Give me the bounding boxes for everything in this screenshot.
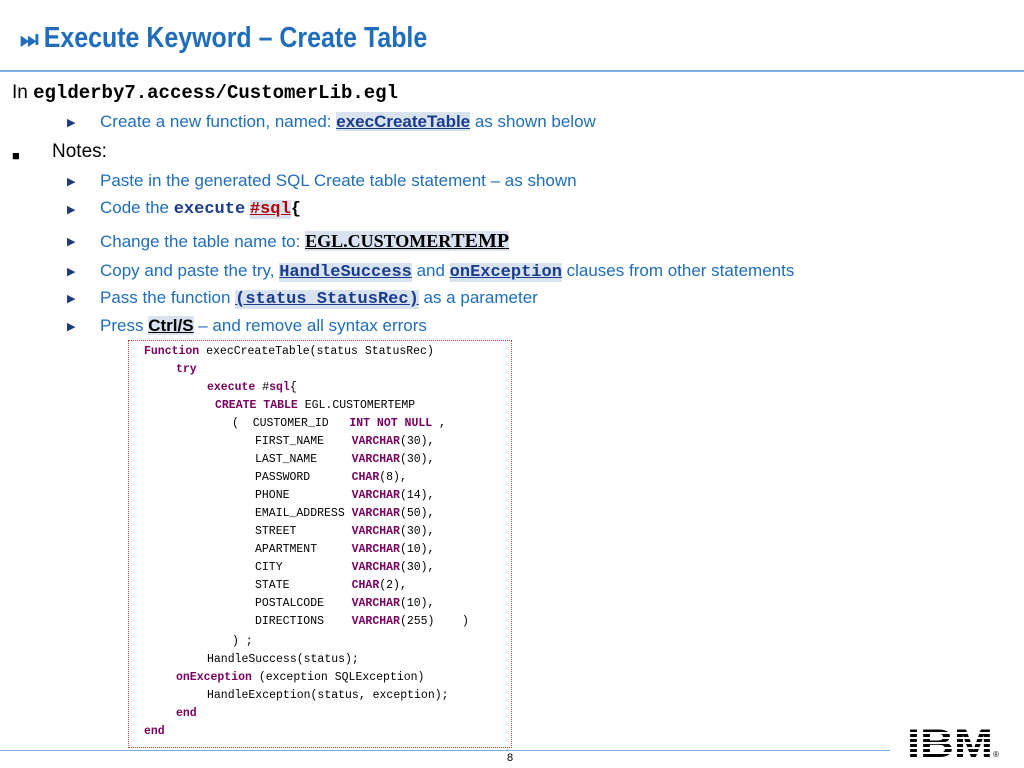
code-column-line: APARTMENT VARCHAR(10), [255, 543, 435, 556]
registered-mark: ® [993, 750, 999, 759]
code-line: HandleSuccess(status); [207, 653, 359, 666]
bullet-code-execute: Code the execute #sql{ [100, 198, 301, 219]
code-line: onException (exception SQLException) [176, 671, 425, 684]
bullet-rename: Change the table name to: EGL.CUSTOMERTE… [100, 230, 510, 252]
arrow-bullet-icon: ▶ [67, 266, 76, 278]
code-line: end [176, 707, 197, 720]
fast-forward-icon: ⏭ [20, 26, 39, 53]
footer-divider [0, 750, 890, 751]
code-line: HandleException(status, exception); [207, 689, 449, 702]
execute-keyword: execute [173, 200, 246, 219]
code-column-line: STREET VARCHAR(30), [255, 525, 435, 538]
title-text: Execute Keyword – Create Table [43, 22, 428, 54]
slide-title: ⏭ Execute Keyword – Create Table [20, 22, 427, 55]
sql-keyword: #sql [249, 200, 291, 219]
bullet-copy: Copy and paste the try, HandleSuccess an… [100, 261, 795, 282]
function-name-highlight: execCreateTable [336, 112, 471, 131]
code-column-line: PASSWORD CHAR(8), [255, 471, 407, 484]
table-name-highlight: EGL.CUSTOMERTEMP [305, 230, 510, 252]
bullet-paste: Paste in the generated SQL Create table … [100, 171, 577, 190]
notes-label: Notes: [52, 141, 107, 162]
ibm-logo: IBM ® [907, 722, 999, 766]
code-column-line: ( CUSTOMER_ID INT NOT NULL , [232, 417, 446, 430]
ibm-logo-text: IBM [907, 724, 993, 760]
intro-line: In eglderby7.access/CustomerLib.egl [12, 82, 398, 104]
code-line: ) ; [232, 635, 253, 648]
arrow-bullet-icon: ▶ [67, 176, 76, 188]
code-line: execute #sql{ [207, 381, 297, 394]
arrow-bullet-icon: ▶ [67, 204, 76, 216]
bullet-pass: Pass the function (status StatusRec) as … [100, 288, 538, 309]
arrow-bullet-icon: ▶ [67, 321, 76, 333]
arrow-bullet-icon: ▶ [67, 293, 76, 305]
code-column-line: STATE CHAR(2), [255, 579, 407, 592]
bullet-press: Press Ctrl/S – and remove all syntax err… [100, 316, 427, 335]
arrow-bullet-icon: ▶ [67, 117, 76, 129]
handle-success-highlight: HandleSuccess [279, 263, 412, 282]
code-column-line: DIRECTIONS VARCHAR(255) ) [255, 615, 469, 628]
code-column-line: POSTALCODE VARCHAR(10), [255, 597, 435, 610]
ctrl-s-key: Ctrl/S [148, 316, 194, 335]
code-column-line: LAST_NAME VARCHAR(30), [255, 453, 435, 466]
code-line: end [144, 725, 165, 738]
code-line: Function execCreateTable(status StatusRe… [144, 345, 434, 358]
code-column-line: EMAIL_ADDRESS VARCHAR(50), [255, 507, 435, 520]
on-exception-highlight: onException [449, 263, 562, 282]
square-bullet-icon: ■ [12, 148, 20, 163]
bullet-create-function: Create a new function, named: execCreate… [100, 112, 596, 131]
arrow-bullet-icon: ▶ [67, 236, 76, 248]
title-divider [0, 70, 1024, 72]
code-column-line: FIRST_NAME VARCHAR(30), [255, 435, 435, 448]
page-number: 8 [507, 752, 514, 764]
code-line: try [176, 363, 197, 376]
code-column-line: CITY VARCHAR(30), [255, 561, 435, 574]
code-column-line: PHONE VARCHAR(14), [255, 489, 435, 502]
code-line: CREATE TABLE EGL.CUSTOMERTEMP [215, 399, 416, 412]
file-path: eglderby7.access/CustomerLib.egl [33, 82, 398, 104]
param-highlight: (status StatusRec) [235, 290, 419, 309]
